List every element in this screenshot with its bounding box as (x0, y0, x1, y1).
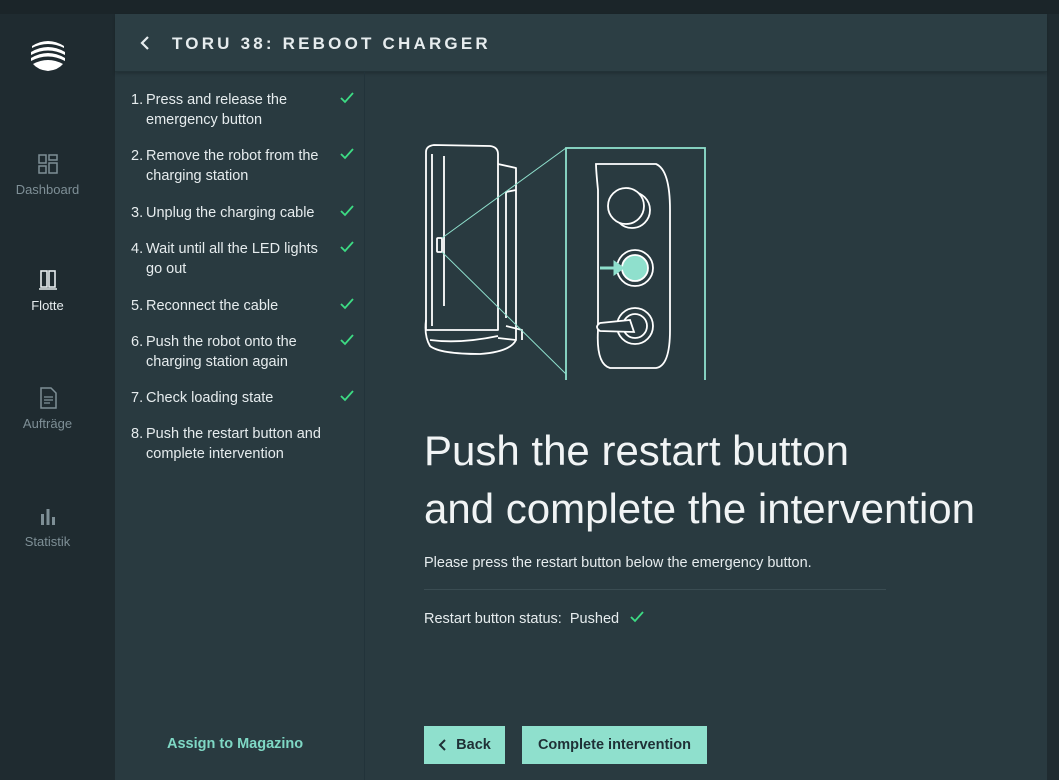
step-number: 4. (131, 241, 144, 257)
step-text: Push the restart button and complete int… (146, 426, 321, 462)
step-number: 1. (131, 92, 144, 108)
charger-illustration (424, 144, 706, 380)
step-text: Press and release the emergency button (146, 92, 288, 128)
top-strip (0, 0, 1059, 14)
check-icon (340, 148, 354, 160)
instruction-description: Please press the restart button below th… (424, 555, 812, 571)
magazino-logo-icon (31, 41, 65, 71)
chevron-left-icon (438, 739, 446, 751)
nav-label-dashboard: Dashboard (15, 182, 80, 197)
step-text: Push the robot onto the charging station… (146, 334, 297, 370)
check-icon (340, 92, 354, 104)
fleet-icon (38, 270, 57, 290)
restart-status: Restart button status: Pushed (424, 609, 645, 627)
step-number: 2. (131, 148, 144, 164)
step-text: Unplug the charging cable (146, 205, 315, 221)
complete-intervention-button[interactable]: Complete intervention (522, 726, 707, 764)
step-text: Remove the robot from the charging stati… (146, 148, 319, 184)
nav-label-flotte: Flotte (31, 298, 64, 313)
assign-to-magazino-link[interactable]: Assign to Magazino (167, 736, 303, 752)
nav-label-auftraege: Aufträge (22, 416, 73, 431)
step-number: 3. (131, 205, 144, 221)
dashboard-icon (37, 154, 58, 174)
step-number: 5. (131, 298, 144, 314)
nav-item-auftraege[interactable]: Aufträge (0, 386, 95, 431)
chevron-left-icon[interactable] (137, 33, 153, 53)
document-icon (39, 387, 57, 409)
bar-chart-icon (40, 509, 55, 525)
check-icon (630, 611, 644, 623)
check-icon (340, 241, 354, 253)
step-number: 7. (131, 390, 144, 406)
step-number: 8. (131, 426, 144, 442)
check-icon (340, 205, 354, 217)
check-icon (340, 334, 354, 346)
step-text: Reconnect the cable (146, 298, 279, 314)
step-text: Check loading state (146, 390, 274, 406)
complete-button-label: Complete intervention (537, 737, 692, 753)
nav-label-statistik: Statistik (24, 534, 71, 549)
check-icon (340, 390, 354, 402)
back-button[interactable]: Back (424, 726, 505, 764)
page-header: TORU 38: REBOOT CHARGER (115, 14, 1047, 72)
nav-item-statistik[interactable]: Statistik (0, 504, 95, 549)
step-text: Wait until all the LED lights go out (146, 241, 318, 277)
main-panel: TORU 38: REBOOT CHARGER 1. Press and rel… (115, 14, 1047, 780)
back-button-label: Back (456, 737, 491, 753)
instruction-heading: Push the restart button and complete the… (424, 422, 1034, 538)
divider (424, 589, 886, 590)
check-icon (340, 298, 354, 310)
nav-item-dashboard[interactable]: Dashboard (0, 152, 95, 197)
page-title: TORU 38: REBOOT CHARGER (172, 34, 491, 53)
steps-list: 1. Press and release the emergency butto… (115, 72, 365, 780)
nav-item-flotte[interactable]: Flotte (0, 268, 95, 313)
main-navigation: Dashboard Flotte Aufträge Statistik (0, 14, 115, 780)
status-value: Pushed (569, 611, 620, 627)
status-label: Restart button status: (424, 611, 562, 627)
heading-line-1: Push the restart button (424, 427, 849, 474)
heading-line-2: and complete the intervention (424, 485, 976, 532)
step-number: 6. (131, 334, 144, 350)
